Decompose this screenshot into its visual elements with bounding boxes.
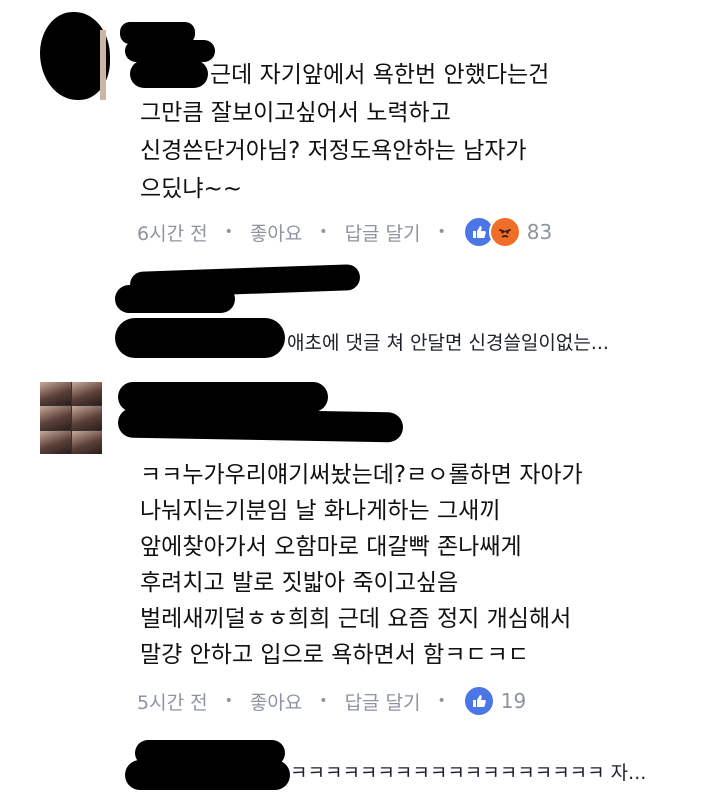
comment1-line-2: 그만큼 잘보이고싶어서 노력하고 <box>140 100 451 126</box>
comment2-reaction-count: 19 <box>500 689 527 713</box>
separator-dot: • <box>319 693 328 709</box>
comment2-reactions[interactable]: 19 <box>462 685 527 717</box>
comment1-reaction-count: 83 <box>526 220 553 244</box>
comment1-reactions[interactable]: 83 <box>462 216 553 248</box>
comment2-line-1: ㅋㅋ누가우리얘기써놨는데?ㄹㅇ롤하면 자아가 <box>140 462 583 488</box>
reply-preview2-text[interactable]: ㅋㅋㅋㅋㅋㅋㅋㅋㅋㅋㅋㅋㅋㅋㅋㅋㅋㅋ 자... <box>290 758 646 785</box>
angry-icon <box>488 216 521 248</box>
redaction-name-1c <box>130 60 208 88</box>
comment2-time[interactable]: 5시간 전 <box>137 688 208 715</box>
like-icon <box>462 685 495 717</box>
comment1-line-1: 근데 자기앞에서 욕한번 안했다는건 <box>210 62 550 88</box>
comment2-line-3: 앞에찾아가서 오함마로 대갈빡 존나쌔게 <box>140 534 522 560</box>
separator-dot: • <box>319 224 328 240</box>
comment2-line-4: 후려치고 발로 짓밟아 죽이고싶음 <box>140 570 459 596</box>
redaction-name-2b <box>117 407 404 443</box>
separator-dot: • <box>437 224 446 240</box>
separator-dot: • <box>224 224 233 240</box>
separator-dot: • <box>437 693 446 709</box>
comment1-meta: 6시간 전 • 좋아요 • 답글 달기 • 83 <box>137 216 552 248</box>
redaction-reply-1c <box>115 318 285 358</box>
comment2-meta: 5시간 전 • 좋아요 • 답글 달기 • 19 <box>137 685 526 717</box>
comment1-line-3: 신경쓴단거아님? 저정도욕안하는 남자가 <box>140 138 527 164</box>
comment1-line-4: 으딨냐~~ <box>140 176 243 202</box>
comment2-line-5: 벌레새끼덜ㅎㅎ희희 근데 요즘 정지 개심해서 <box>140 606 572 632</box>
reply-preview-text[interactable]: 애초에 댓글 쳐 안달면 신경쓸일이없는... <box>287 328 609 355</box>
comment2-line-6: 말걍 안하고 입으로 욕하면서 함ㅋㄷㅋㄷ <box>140 642 529 668</box>
avatar-edge <box>100 30 106 100</box>
comment2-reply-button[interactable]: 답글 달기 <box>345 688 421 715</box>
separator-dot: • <box>224 693 233 709</box>
redaction-reply-1b <box>115 285 235 313</box>
comment1-reply-button[interactable]: 답글 달기 <box>345 219 421 246</box>
comment2-like-button[interactable]: 좋아요 <box>250 688 302 715</box>
comment1-time[interactable]: 6시간 전 <box>137 219 208 246</box>
redaction-reply-2b <box>125 760 290 790</box>
comment1-like-button[interactable]: 좋아요 <box>250 219 302 246</box>
redaction-name-1b <box>125 40 215 62</box>
avatar-photo[interactable] <box>40 382 102 454</box>
comment2-line-2: 나눠지는기분임 날 화나게하는 그새끼 <box>140 498 501 524</box>
